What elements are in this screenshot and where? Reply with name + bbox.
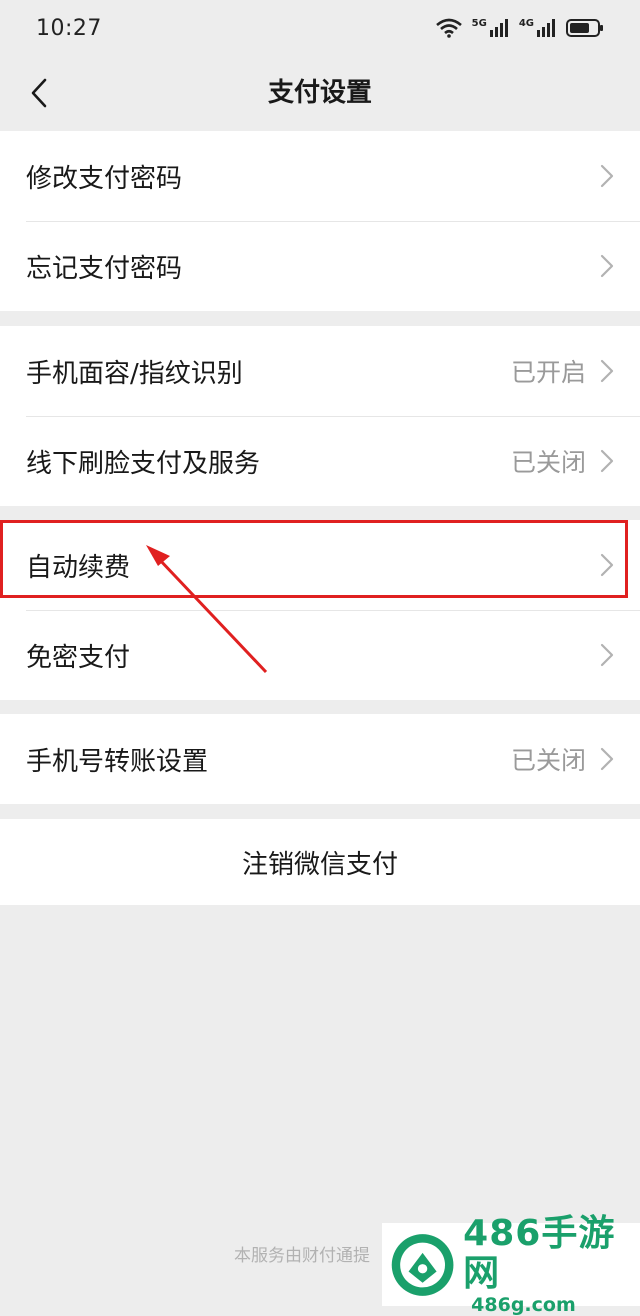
row-label: 免密支付 [26,642,131,673]
system-icons: 5G 4G [435,18,604,38]
row-label: 线下刷脸支付及服务 [26,448,261,479]
row-label: 自动续费 [26,552,131,583]
chevron-right-icon [600,359,614,383]
nav-bar: 支付设置 [0,56,640,130]
chevron-right-icon [600,553,614,577]
settings-group-password: 修改支付密码 忘记支付密码 [0,131,640,311]
status-time: 10:27 [36,15,102,41]
chevron-right-icon [600,449,614,473]
battery-icon [566,19,603,37]
chevron-right-icon [600,254,614,278]
watermark-url: 486g.com [471,1293,576,1316]
site-logo-icon [391,1233,454,1296]
wifi-icon [435,18,462,38]
settings-group-payment: 自动续费 免密支付 [0,520,640,700]
chevron-right-icon [600,164,614,188]
row-status: 已开启 [510,358,586,387]
settings-group-transfer: 手机号转账设置 已关闭 [0,714,640,804]
deregister-wechat-pay-button[interactable]: 注销微信支付 [0,819,640,905]
row-phone-transfer[interactable]: 手机号转账设置 已关闭 [0,714,640,804]
signal-5g-icon: 5G [472,18,509,38]
settings-group-biometric: 手机面容/指纹识别 已开启 线下刷脸支付及服务 已关闭 [0,326,640,506]
row-password-free-pay[interactable]: 免密支付 [0,610,640,700]
watermark-title: 486手游网 [463,1212,616,1294]
row-label: 修改支付密码 [26,163,183,194]
chevron-right-icon [600,643,614,667]
row-status: 已关闭 [510,746,586,775]
row-forgot-password[interactable]: 忘记支付密码 [0,221,640,311]
chevron-right-icon [600,747,614,771]
row-status: 已关闭 [510,448,586,477]
signal-4g-label: 4G [518,18,534,29]
footer-note: 本服务由财付通提 [234,1246,370,1266]
signal-4g-icon: 4G [519,18,556,38]
row-change-password[interactable]: 修改支付密码 [0,131,640,221]
site-watermark: 486手游网 486g.com [382,1213,640,1316]
row-face-fingerprint[interactable]: 手机面容/指纹识别 已开启 [0,326,640,416]
status-bar: 10:27 5G 4G [0,0,640,56]
settings-group-logout: 注销微信支付 [0,819,640,905]
row-label: 手机号转账设置 [26,746,209,777]
row-auto-renew[interactable]: 自动续费 [0,520,640,610]
row-label: 手机面容/指纹识别 [26,358,243,389]
signal-5g-label: 5G [471,18,487,29]
row-label: 忘记支付密码 [26,253,183,284]
row-offline-face-pay[interactable]: 线下刷脸支付及服务 已关闭 [0,416,640,506]
page-title: 支付设置 [267,78,372,108]
